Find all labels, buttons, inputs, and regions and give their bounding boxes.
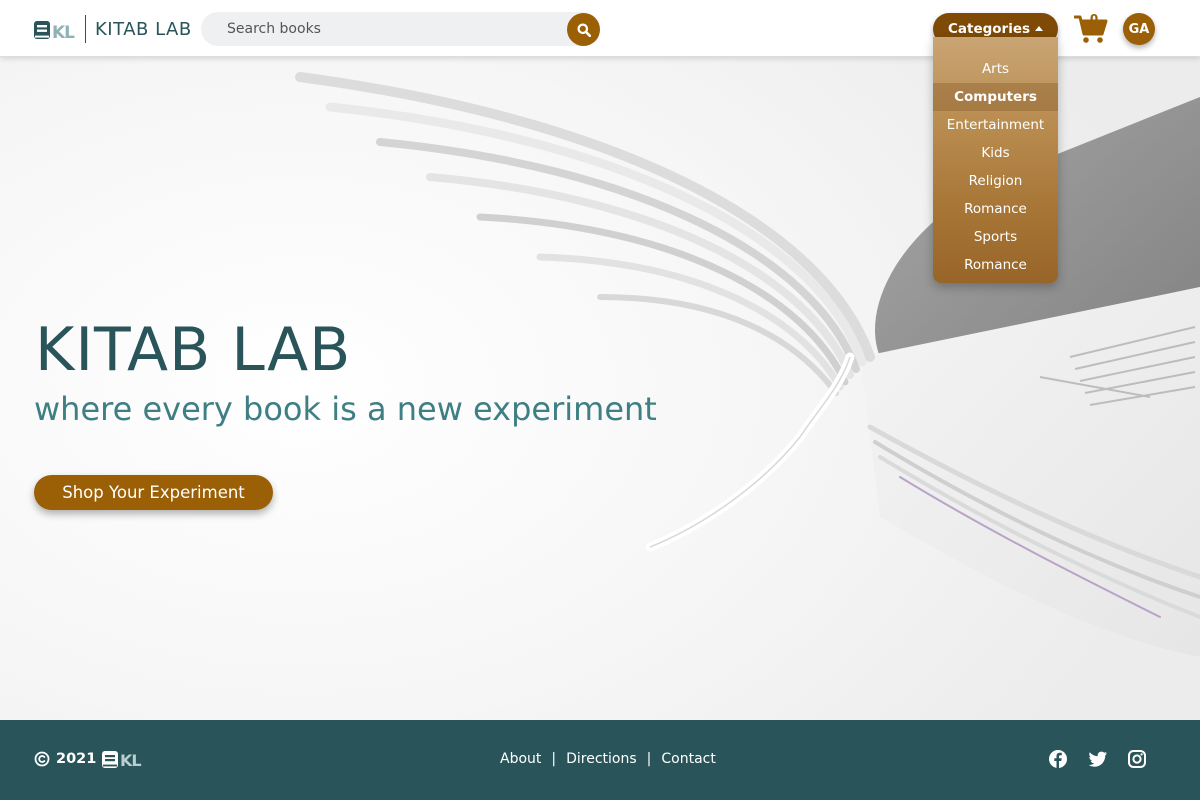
site-footer: 2021 KL About | Directions | Contact: [0, 720, 1200, 800]
shop-cta-button[interactable]: Shop Your Experiment: [34, 475, 273, 510]
footer-separator: |: [551, 751, 557, 767]
svg-text:KL: KL: [52, 23, 75, 43]
search-button[interactable]: [567, 13, 600, 46]
instagram-icon[interactable]: [1127, 749, 1147, 769]
logo-mark: KL: [34, 15, 77, 43]
svg-text:KL: KL: [120, 751, 141, 769]
facebook-icon[interactable]: [1048, 749, 1068, 769]
footer-logo-icon: KL: [102, 751, 143, 769]
shop-cta-label: Shop Your Experiment: [62, 483, 245, 502]
logo-divider: [85, 15, 86, 43]
cart-button[interactable]: 0: [1073, 12, 1108, 45]
category-item-romance[interactable]: Romance: [933, 195, 1058, 223]
user-initials: GA: [1128, 21, 1150, 37]
user-avatar[interactable]: GA: [1123, 13, 1155, 45]
hero-title: KITAB LAB: [35, 315, 352, 385]
search-icon: [577, 23, 591, 37]
footer-nav: About | Directions | Contact: [500, 749, 716, 769]
category-item-kids[interactable]: Kids: [933, 139, 1058, 167]
categories-label: Categories: [947, 21, 1031, 37]
category-item-arts[interactable]: Arts: [933, 55, 1058, 83]
category-item-computers[interactable]: Computers: [933, 83, 1058, 111]
category-item-sports[interactable]: Sports: [933, 223, 1058, 251]
twitter-icon[interactable]: [1088, 749, 1108, 769]
search-bar: [201, 12, 600, 46]
category-item-romance-2[interactable]: Romance: [933, 251, 1058, 279]
footer-separator: |: [646, 751, 652, 767]
search-input[interactable]: [201, 12, 561, 46]
footer-link-directions[interactable]: Directions: [566, 751, 637, 767]
categories-dropdown: Arts Computers Entertainment Kids Religi…: [933, 37, 1058, 283]
category-item-entertainment[interactable]: Entertainment: [933, 111, 1058, 139]
footer-link-contact[interactable]: Contact: [661, 751, 715, 767]
copyright-icon: [34, 751, 50, 767]
footer-link-about[interactable]: About: [500, 751, 541, 767]
copyright-year: 2021: [56, 751, 97, 767]
caret-up-icon: [1035, 25, 1044, 31]
category-item-religion[interactable]: Religion: [933, 167, 1058, 195]
logo-wordmark: KITAB LAB: [95, 18, 192, 40]
hero-subtitle: where every book is a new experiment: [34, 390, 657, 428]
site-logo[interactable]: KL KITAB LAB: [34, 15, 192, 43]
cart-count-badge: 0: [1089, 12, 1099, 26]
copyright: 2021 KL: [34, 749, 146, 769]
book-icon: KL: [34, 21, 76, 43]
